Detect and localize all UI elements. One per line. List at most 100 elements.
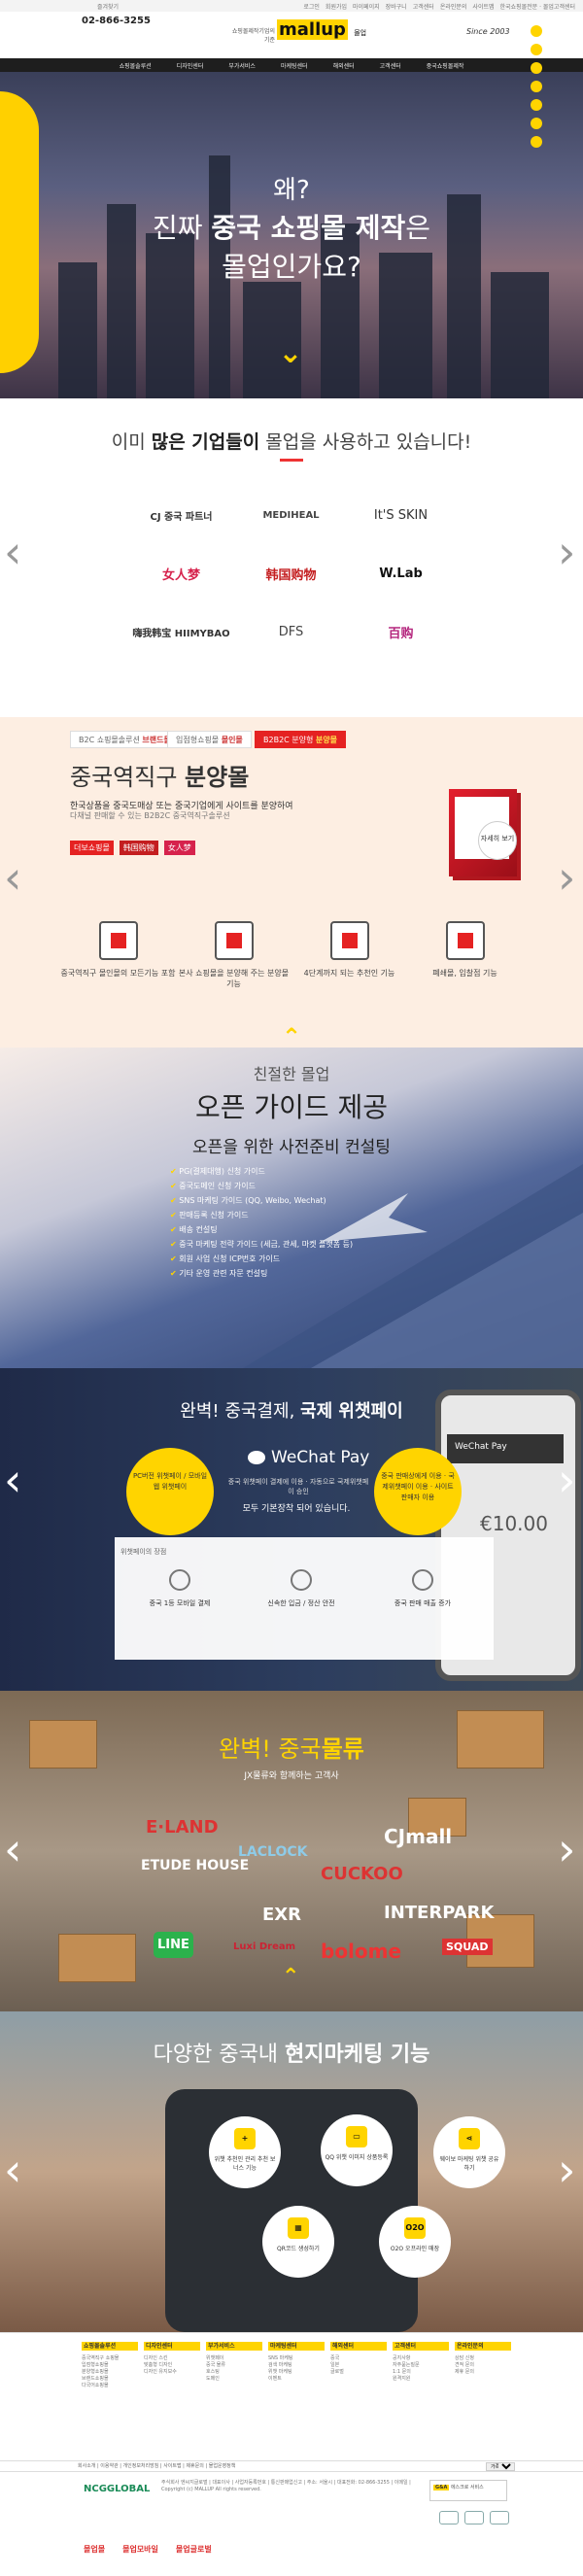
benefit-item: 중국 1등 모바일 결제	[136, 1569, 223, 1608]
footer-link[interactable]: 중국역직구 쇼핑몰	[82, 2355, 138, 2362]
footer-link-bar: 회사소개 | 이용약관 | 개인정보처리방침 | 사이트맵 | 제휴문의 | 몰…	[0, 2460, 583, 2472]
footer-link[interactable]: 견적 문의	[455, 2362, 511, 2369]
footer-link[interactable]: 원격지원	[393, 2376, 449, 2383]
footer-column-heading[interactable]: 쇼핑몰솔루션	[82, 2342, 138, 2351]
footer-link[interactable]: SNS 마케팅	[268, 2355, 325, 2362]
footer-link[interactable]: 제휴 문의	[455, 2369, 511, 2376]
nav-item-support[interactable]: 고객센터	[367, 58, 414, 72]
footer-link[interactable]: 브랜드쇼핑몰	[82, 2376, 138, 2383]
footer-link[interactable]: 중국 물류	[206, 2362, 262, 2369]
cast-icon: ▭	[346, 2126, 367, 2147]
company-logo: NCGGLOBAL	[84, 2484, 151, 2494]
footer-link[interactable]: 위챗페이	[206, 2355, 262, 2362]
nav-item-addon[interactable]: 부가서비스	[216, 58, 268, 72]
footer-policy-links[interactable]: 회사소개 | 이용약관 | 개인정보처리방침 | 사이트맵 | 제휴문의 | 몰…	[78, 2463, 235, 2469]
footer-bottom-link[interactable]: 몰업모바일	[122, 2544, 158, 2555]
family-site-select[interactable]: 가족	[486, 2462, 515, 2471]
utility-link-mypage[interactable]: 마이페이지	[353, 2, 380, 11]
prev-arrow-icon[interactable]: ‹	[4, 855, 21, 900]
wechat-icon	[248, 1451, 265, 1464]
bookmark-link[interactable]: 즐겨찾기	[97, 2, 119, 11]
tab-brandmall[interactable]: B2C 쇼핑몰솔루션 브랜드몰	[70, 731, 180, 748]
hero-dot[interactable]	[531, 99, 542, 111]
chevron-up-icon[interactable]: ⌃	[282, 1025, 301, 1048]
store-tag: 韩国购物	[119, 841, 158, 855]
prev-arrow-icon[interactable]: ‹	[4, 530, 21, 574]
footer-link[interactable]: 맞춤형 디자인	[144, 2362, 200, 2369]
hero-dot[interactable]	[531, 118, 542, 129]
escrow-badge-text: 에스크로 서비스	[450, 2485, 484, 2490]
footer-link[interactable]: 상담 신청	[455, 2355, 511, 2362]
wechat-description: 중국 위챗페이 결제에 이용 · 자동으로 국제위챗페이 승인	[227, 1478, 369, 1495]
footer-column-heading[interactable]: 부가서비스	[206, 2342, 262, 2351]
site-logo[interactable]: mallup 몰업	[277, 19, 366, 40]
footer-link[interactable]: 일본	[330, 2362, 387, 2369]
footer-bottom-link[interactable]: 몰업몰	[84, 2544, 105, 2555]
footer-bottom-link[interactable]: 몰업글로벌	[176, 2544, 212, 2555]
nav-item-overseas[interactable]: 해외센터	[321, 58, 367, 72]
footer-link[interactable]: 디자인 유지보수	[144, 2369, 200, 2376]
footer-column-heading[interactable]: 해외센터	[330, 2342, 387, 2351]
footer-column-heading[interactable]: 디자인센터	[144, 2342, 200, 2351]
footer-link[interactable]: 분양형쇼핑몰	[82, 2369, 138, 2376]
hero-dot[interactable]	[531, 44, 542, 55]
marketing-title-b: 현지마케팅 기능	[285, 2043, 430, 2067]
footer-column: 쇼핑몰솔루션중국역직구 쇼핑몰 입점형쇼핑몰 분양형쇼핑몰 브랜드쇼핑몰 다국어쇼핑몰	[82, 2342, 138, 2389]
wechat-title: 완벽! 중국결제, 국제 위챗페이	[0, 1397, 583, 1423]
guide-item: 중국 마케팅 전략 가이드 (세금, 관세, 마켓 플랫폼 등)	[170, 1237, 353, 1252]
hero-dot[interactable]	[531, 136, 542, 148]
store-title-a: 중국역직구	[70, 764, 186, 791]
footer-link[interactable]: 공지사항	[393, 2355, 449, 2362]
detail-button[interactable]: 자세히 보기	[478, 821, 517, 860]
utility-link-cart[interactable]: 장바구니	[386, 2, 407, 11]
prev-arrow-icon[interactable]: ‹	[4, 1458, 21, 1502]
partner-logo: 百购	[388, 626, 414, 641]
chevron-up-icon[interactable]: ⌃	[282, 1967, 299, 1988]
next-arrow-icon[interactable]: ›	[558, 2147, 575, 2192]
utility-link-join[interactable]: 회원가입	[326, 2, 347, 11]
prev-arrow-icon[interactable]: ‹	[4, 2147, 21, 2192]
footer-link[interactable]: 호스팅	[206, 2369, 262, 2376]
nav-item-marketing[interactable]: 마케팅센터	[268, 58, 321, 72]
partner-logo: 嗨我韩宝 HIIMYBAO	[132, 628, 230, 639]
footer-column-heading[interactable]: 온라인문의	[455, 2342, 511, 2351]
utility-link-login[interactable]: 로그인	[303, 2, 320, 11]
next-arrow-icon[interactable]: ›	[558, 1827, 575, 1872]
footer-link[interactable]: 도메인	[206, 2376, 262, 2383]
prev-arrow-icon[interactable]: ‹	[4, 1827, 21, 1872]
next-arrow-icon[interactable]: ›	[558, 1458, 575, 1502]
guide-item: 배송 컨설팅	[170, 1222, 353, 1237]
guide-checklist: PG(결제대행) 신청 가이드 중국도메인 신청 가이드 SNS 마케팅 가이드…	[170, 1164, 353, 1281]
footer-link[interactable]: 검색 마케팅	[268, 2362, 325, 2369]
utility-link-inquiry[interactable]: 온라인문의	[440, 2, 467, 11]
footer-link[interactable]: 1:1 문의	[393, 2369, 449, 2376]
footer-bottom-links: 몰업몰 몰업모바일 몰업글로벌	[84, 2544, 212, 2555]
hero-dot[interactable]	[531, 25, 542, 37]
scroll-down-chevron-icon[interactable]: ⌄	[278, 339, 303, 368]
escrow-badge[interactable]: G&A 에스크로 서비스	[429, 2480, 507, 2501]
hero-heading-line1: 왜?	[273, 176, 310, 205]
footer-link[interactable]: 이벤트	[268, 2376, 325, 2383]
phone-icon	[291, 1569, 312, 1591]
nav-item-design[interactable]: 디자인센터	[164, 58, 217, 72]
footer-link[interactable]: 글로벌	[330, 2369, 387, 2376]
utility-link-support[interactable]: 고객센터	[413, 2, 434, 11]
tab-mallinmall[interactable]: 입점형쇼핑몰 몰인몰	[167, 731, 252, 748]
partner-logo: W.Lab	[379, 566, 423, 581]
footer-link[interactable]: 다국어쇼핑몰	[82, 2383, 138, 2389]
next-arrow-icon[interactable]: ›	[558, 855, 575, 900]
next-arrow-icon[interactable]: ›	[558, 530, 575, 574]
footer-link[interactable]: 자주묻는질문	[393, 2362, 449, 2369]
hero-dot[interactable]	[531, 81, 542, 92]
utility-link-sitemap[interactable]: 사이트맵	[472, 2, 494, 11]
footer-link[interactable]: 중국	[330, 2355, 387, 2362]
footer-column-heading[interactable]: 마케팅센터	[268, 2342, 325, 2351]
hero-dot[interactable]	[531, 62, 542, 74]
footer-link[interactable]: 위챗 마케팅	[268, 2369, 325, 2376]
footer-column-heading[interactable]: 고객센터	[393, 2342, 449, 2351]
nav-item-china[interactable]: 중국쇼핑몰제작	[414, 58, 477, 72]
nav-item-solution[interactable]: 쇼핑몰솔루션	[107, 58, 164, 72]
footer-link[interactable]: 디자인 스킨	[144, 2355, 200, 2362]
footer-link[interactable]: 입점형쇼핑몰	[82, 2362, 138, 2369]
tab-distribution-mall[interactable]: B2B2C 분양형 분양몰	[255, 731, 347, 748]
